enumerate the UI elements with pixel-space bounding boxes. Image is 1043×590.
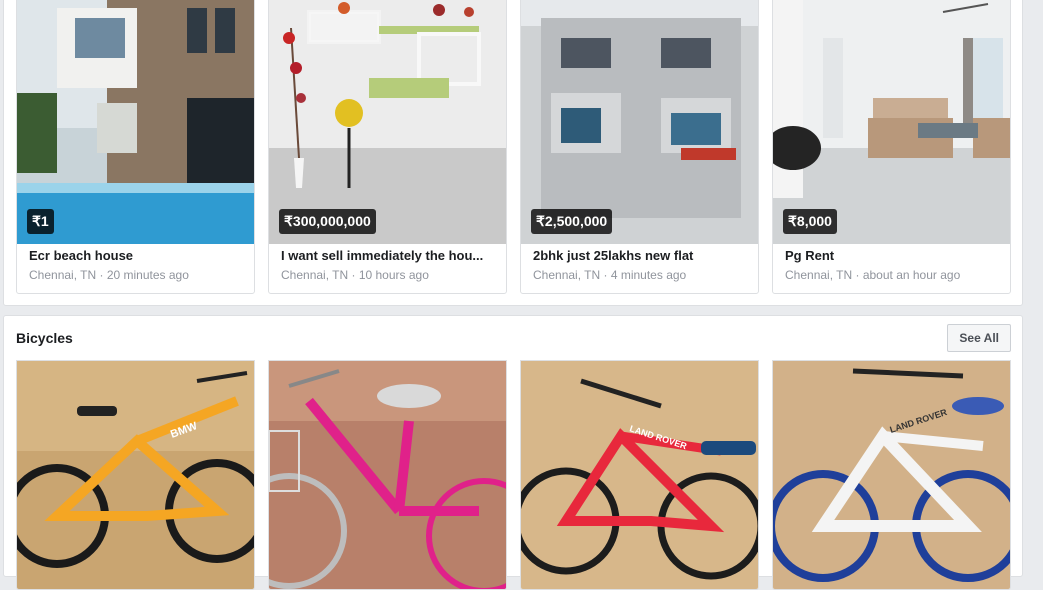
- listing-title: Ecr beach house: [29, 248, 134, 263]
- price-badge: ₹2,500,000: [531, 209, 613, 234]
- listing-meta: Chennai, TN · 4 minutes ago: [533, 268, 687, 282]
- listing-time: 20 minutes ago: [106, 268, 189, 282]
- listing-card-house-sale[interactable]: ₹300,000,000 I want sell immediately the…: [268, 0, 507, 294]
- listing-photo[interactable]: [269, 361, 506, 589]
- listing-meta: Chennai, TN · about an hour ago: [785, 268, 961, 282]
- see-all-button[interactable]: See All: [947, 324, 1011, 352]
- listing-photo[interactable]: ₹8,000: [773, 0, 1010, 244]
- listing-card-2bhk-flat[interactable]: ₹2,500,000 2bhk just 25lakhs new flat Ch…: [520, 0, 759, 294]
- listing-location: Chennai, TN: [281, 268, 349, 282]
- listing-photo[interactable]: LAND ROVER: [773, 361, 1010, 589]
- listing-card-bicycle[interactable]: BMW: [16, 360, 255, 590]
- listing-meta: Chennai, TN · 20 minutes ago: [29, 268, 189, 282]
- listing-photo[interactable]: ₹2,500,000: [521, 0, 758, 244]
- listing-photo[interactable]: LAND ROVER: [521, 361, 758, 589]
- bicycles-section: Bicycles See All BMW LAND ROVER LAND ROV…: [3, 315, 1023, 590]
- price-badge: ₹300,000,000: [279, 209, 376, 234]
- listing-location: Chennai, TN: [29, 268, 97, 282]
- listing-card-bicycle[interactable]: [268, 360, 507, 590]
- listing-title: Pg Rent: [785, 248, 835, 263]
- price-badge: ₹8,000: [783, 209, 837, 234]
- section-title: Bicycles: [16, 330, 73, 346]
- listing-photo[interactable]: ₹1: [17, 0, 254, 244]
- listing-title: I want sell immediately the hou...: [281, 248, 484, 263]
- property-section: ₹1 Ecr beach house Chennai, TN · 20 minu…: [3, 0, 1023, 306]
- listing-meta: Chennai, TN · 10 hours ago: [281, 268, 429, 282]
- listing-title: 2bhk just 25lakhs new flat: [533, 248, 694, 263]
- listing-card-bicycle[interactable]: LAND ROVER: [520, 360, 759, 590]
- listing-card-beach-house[interactable]: ₹1 Ecr beach house Chennai, TN · 20 minu…: [16, 0, 255, 294]
- listing-card-pg-rent[interactable]: ₹8,000 Pg Rent Chennai, TN · about an ho…: [772, 0, 1011, 294]
- listing-time: 4 minutes ago: [610, 268, 687, 282]
- listing-photo[interactable]: ₹300,000,000: [269, 0, 506, 244]
- listing-location: Chennai, TN: [785, 268, 853, 282]
- listing-location: Chennai, TN: [533, 268, 601, 282]
- listing-time: about an hour ago: [862, 268, 961, 282]
- price-badge: ₹1: [27, 209, 54, 234]
- listing-card-bicycle[interactable]: LAND ROVER: [772, 360, 1011, 590]
- listing-photo[interactable]: BMW: [17, 361, 254, 589]
- listing-time: 10 hours ago: [358, 268, 429, 282]
